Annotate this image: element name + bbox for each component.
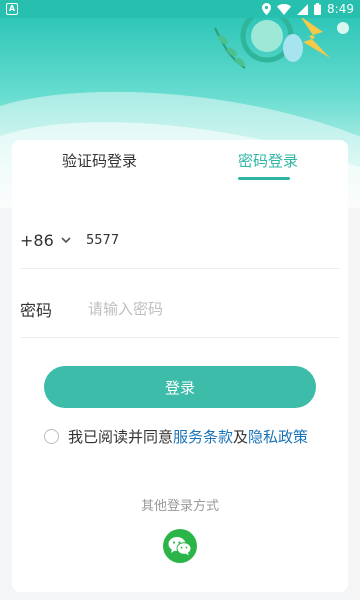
privacy-link[interactable]: 隐私政策 [248, 426, 308, 447]
wifi-icon [277, 3, 292, 15]
country-code: +86 [20, 230, 54, 250]
other-login-label: 其他登录方式 [140, 499, 219, 514]
login-button[interactable]: 登录 [44, 366, 316, 408]
location-icon [262, 3, 272, 15]
password-label: 密码 [20, 301, 53, 320]
terms-link[interactable]: 服务条款 [173, 426, 233, 447]
country-code-selector[interactable]: +86 [20, 231, 86, 250]
battery-icon [314, 3, 322, 15]
wechat-login-button[interactable] [163, 529, 197, 563]
password-input[interactable] [86, 299, 310, 319]
agreement-and: 及 [233, 428, 249, 446]
signal-icon [297, 3, 309, 15]
wechat-icon [168, 537, 192, 556]
login-card: 验证码登录 密码登录 +86 5577 密码 登录 我已阅读并同意 服务条款 及… [12, 140, 348, 592]
chevron-down-icon [61, 237, 71, 244]
status-bar: A 8:49 [0, 0, 360, 18]
phone-row: +86 5577 [20, 212, 340, 269]
clock: 8:49 [327, 2, 354, 16]
tab-code-login[interactable]: 验证码登录 [62, 150, 137, 171]
agreement: 我已阅读并同意 服务条款 及 隐私政策 [44, 426, 308, 447]
agreement-checkbox[interactable] [44, 429, 59, 444]
tab-password-login[interactable]: 密码登录 [238, 150, 298, 171]
active-tab-indicator [238, 177, 290, 180]
login-tabs: 验证码登录 密码登录 [12, 140, 348, 200]
agreement-prefix: 我已阅读并同意 [68, 428, 174, 446]
app-notification-icon: A [6, 3, 18, 15]
password-row: 密码 [20, 281, 340, 338]
phone-input[interactable]: 5577 [86, 233, 119, 248]
header-illustration [214, 18, 349, 69]
